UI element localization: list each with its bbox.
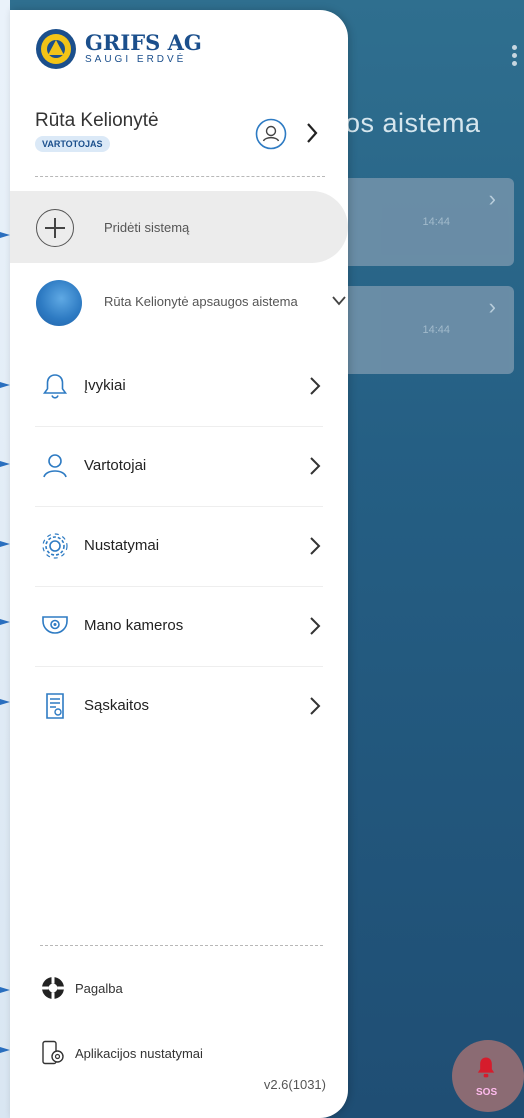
pointer-arrow-icon (0, 987, 10, 993)
brand-logo: GRIFS AG SAUGI ERDVĖ (35, 28, 202, 70)
chevron-down-icon[interactable] (330, 294, 348, 308)
chevron-right-icon (310, 457, 321, 475)
menu-item-settings[interactable]: Nustatymai (35, 506, 323, 587)
add-system-label: Pridėti sistemą (104, 220, 190, 235)
menu-label: Mano kameros (84, 617, 184, 634)
app-settings-label: Aplikacijos nustatymai (75, 1046, 203, 1061)
pointer-arrow-icon (0, 619, 10, 625)
pointer-arrow-icon (0, 541, 10, 547)
pointer-arrow-icon (0, 699, 10, 705)
pointer-arrow-icon (0, 382, 10, 388)
invoice-icon (46, 693, 64, 719)
divider (35, 176, 325, 177)
help-label: Pagalba (75, 981, 123, 996)
user-role-badge: VARTOTOJAS (35, 136, 110, 152)
gear-icon (42, 533, 68, 559)
system-name: Rūta Kelionytė apsaugos aistema (104, 294, 298, 309)
system-selector[interactable]: Rūta Kelionytė apsaugos aistema (10, 278, 348, 328)
menu-item-users[interactable]: Vartotojai (35, 426, 323, 507)
lifebuoy-icon (42, 977, 64, 999)
brand-tagline: SAUGI ERDVĖ (85, 54, 187, 65)
user-icon (43, 454, 67, 478)
chevron-right-icon (310, 697, 321, 715)
system-avatar (36, 280, 82, 326)
menu-label: Įvykiai (84, 377, 126, 394)
background-page-title: os aistema (345, 108, 481, 138)
left-edge-strip (0, 0, 10, 1118)
pointer-arrow-icon (0, 232, 10, 238)
chevron-right-icon (310, 537, 321, 555)
background-event-card[interactable]: › 14:44 (330, 286, 514, 374)
user-profile-icon[interactable] (255, 118, 287, 150)
chevron-right-icon[interactable] (302, 118, 322, 148)
background-event-card[interactable]: › 14:44 (330, 178, 514, 266)
menu-label: Nustatymai (84, 537, 160, 554)
alarm-bell-icon (477, 1057, 495, 1078)
menu-label: Vartotojai (84, 457, 147, 474)
sos-button[interactable]: SOS (452, 1040, 524, 1112)
chevron-right-icon (310, 377, 321, 395)
menu-item-cameras[interactable]: Mano kameros (35, 586, 323, 667)
menu-label: Sąskaitos (84, 697, 150, 714)
pointer-arrow-icon (0, 1047, 10, 1053)
chevron-right-icon (310, 617, 321, 635)
more-options-icon[interactable] (512, 42, 518, 69)
pointer-arrow-icon (0, 461, 10, 467)
chevron-right-icon: › (488, 294, 496, 319)
camera-icon (42, 616, 68, 634)
chevron-right-icon: › (488, 186, 496, 211)
brand-name: GRIFS AG (85, 30, 202, 55)
menu-item-invoices[interactable]: Sąskaitos (35, 666, 323, 746)
griffin-emblem-icon (36, 29, 76, 69)
user-name: Rūta Kelionytė (35, 110, 159, 131)
navigation-drawer: GRIFS AG SAUGI ERDVĖ Rūta Kelionytė VART… (10, 10, 348, 1118)
app-version: v2.6(1031) (263, 1077, 326, 1092)
add-system-button[interactable]: Pridėti sistemą (10, 191, 348, 263)
divider (40, 945, 323, 946)
event-time: 14:44 (422, 324, 450, 336)
sos-label: SOS (476, 1087, 498, 1098)
phone-settings-icon (42, 1040, 64, 1065)
bell-icon (42, 374, 68, 399)
plus-icon (36, 209, 74, 247)
event-time: 14:44 (422, 216, 450, 228)
menu-item-events[interactable]: Įvykiai (35, 346, 323, 427)
